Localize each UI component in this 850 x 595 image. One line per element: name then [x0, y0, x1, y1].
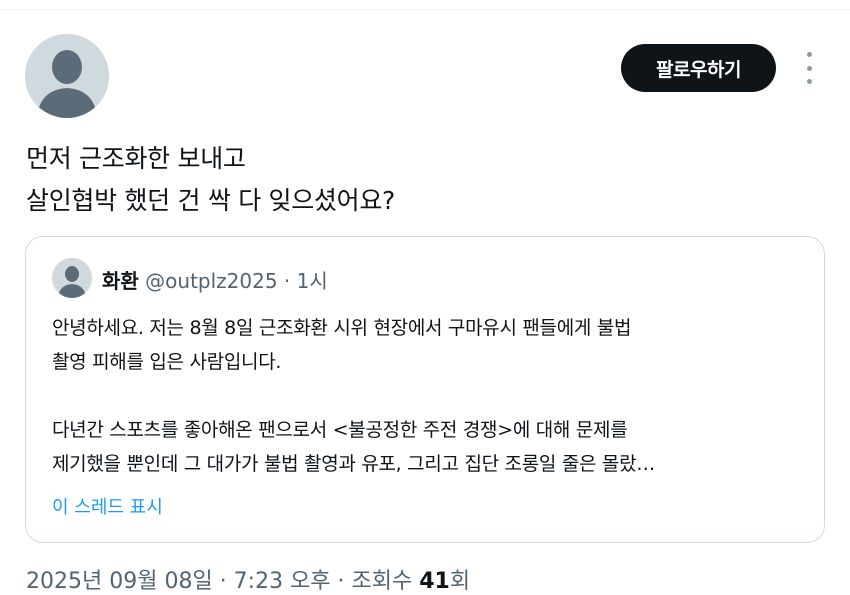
author-avatar[interactable]	[25, 34, 109, 118]
post-text-line: 살인협박 했던 건 싹 다 잊으셨어요?	[26, 186, 396, 215]
quoted-body-line: 다년간 스포츠를 좋아해온 팬으로서 <불공정한 주전 경쟁>에 대해 문제를	[52, 419, 628, 441]
quoted-post-card[interactable]: 화환 @outplz2025 · 1시 안녕하세요. 저는 8월 8일 근조화환…	[25, 236, 825, 543]
post-text-line: 먼저 근조화한 보내고	[26, 144, 246, 173]
quoted-body-line: 안녕하세요. 저는 8월 8일 근조화환 시위 현장에서 구마유시 팬들에게 불…	[52, 317, 632, 339]
quoted-author-avatar[interactable]	[52, 258, 92, 298]
default-avatar-icon	[25, 34, 109, 118]
more-dot	[806, 52, 812, 57]
quoted-post-body: 안녕하세요. 저는 8월 8일 근조화환 시위 현장에서 구마유시 팬들에게 불…	[52, 311, 655, 481]
header-separator: ·	[277, 269, 297, 293]
quoted-author-handle[interactable]: @outplz2025	[145, 269, 277, 293]
follow-button[interactable]: 팔로우하기	[621, 44, 776, 92]
quoted-body-line: 촬영 피해를 입은 사람입니다.	[52, 351, 282, 373]
quoted-post-header: 화환 @outplz2025 · 1시	[102, 265, 328, 294]
more-dot	[806, 79, 812, 84]
show-thread-link[interactable]: 이 스레드 표시	[52, 493, 163, 519]
quoted-post-time[interactable]: 1시	[297, 269, 328, 293]
quoted-body-line	[52, 379, 655, 413]
more-vertical-icon[interactable]	[799, 52, 819, 84]
default-avatar-icon	[52, 258, 92, 298]
quoted-body-line: 제기했을 뿐인데 그 대가가 불법 촬영과 유포, 그리고 집단 조롱일 줄은 …	[52, 453, 655, 475]
more-dot	[806, 65, 812, 71]
top-divider	[0, 9, 850, 10]
post-meta: 2025년 09월 08일 · 7:23 오후 · 조회수 41회	[26, 563, 470, 595]
post-text: 먼저 근조화한 보내고 살인협박 했던 건 싹 다 잊으셨어요?	[26, 138, 395, 222]
quoted-author-name[interactable]: 화환	[102, 269, 139, 293]
